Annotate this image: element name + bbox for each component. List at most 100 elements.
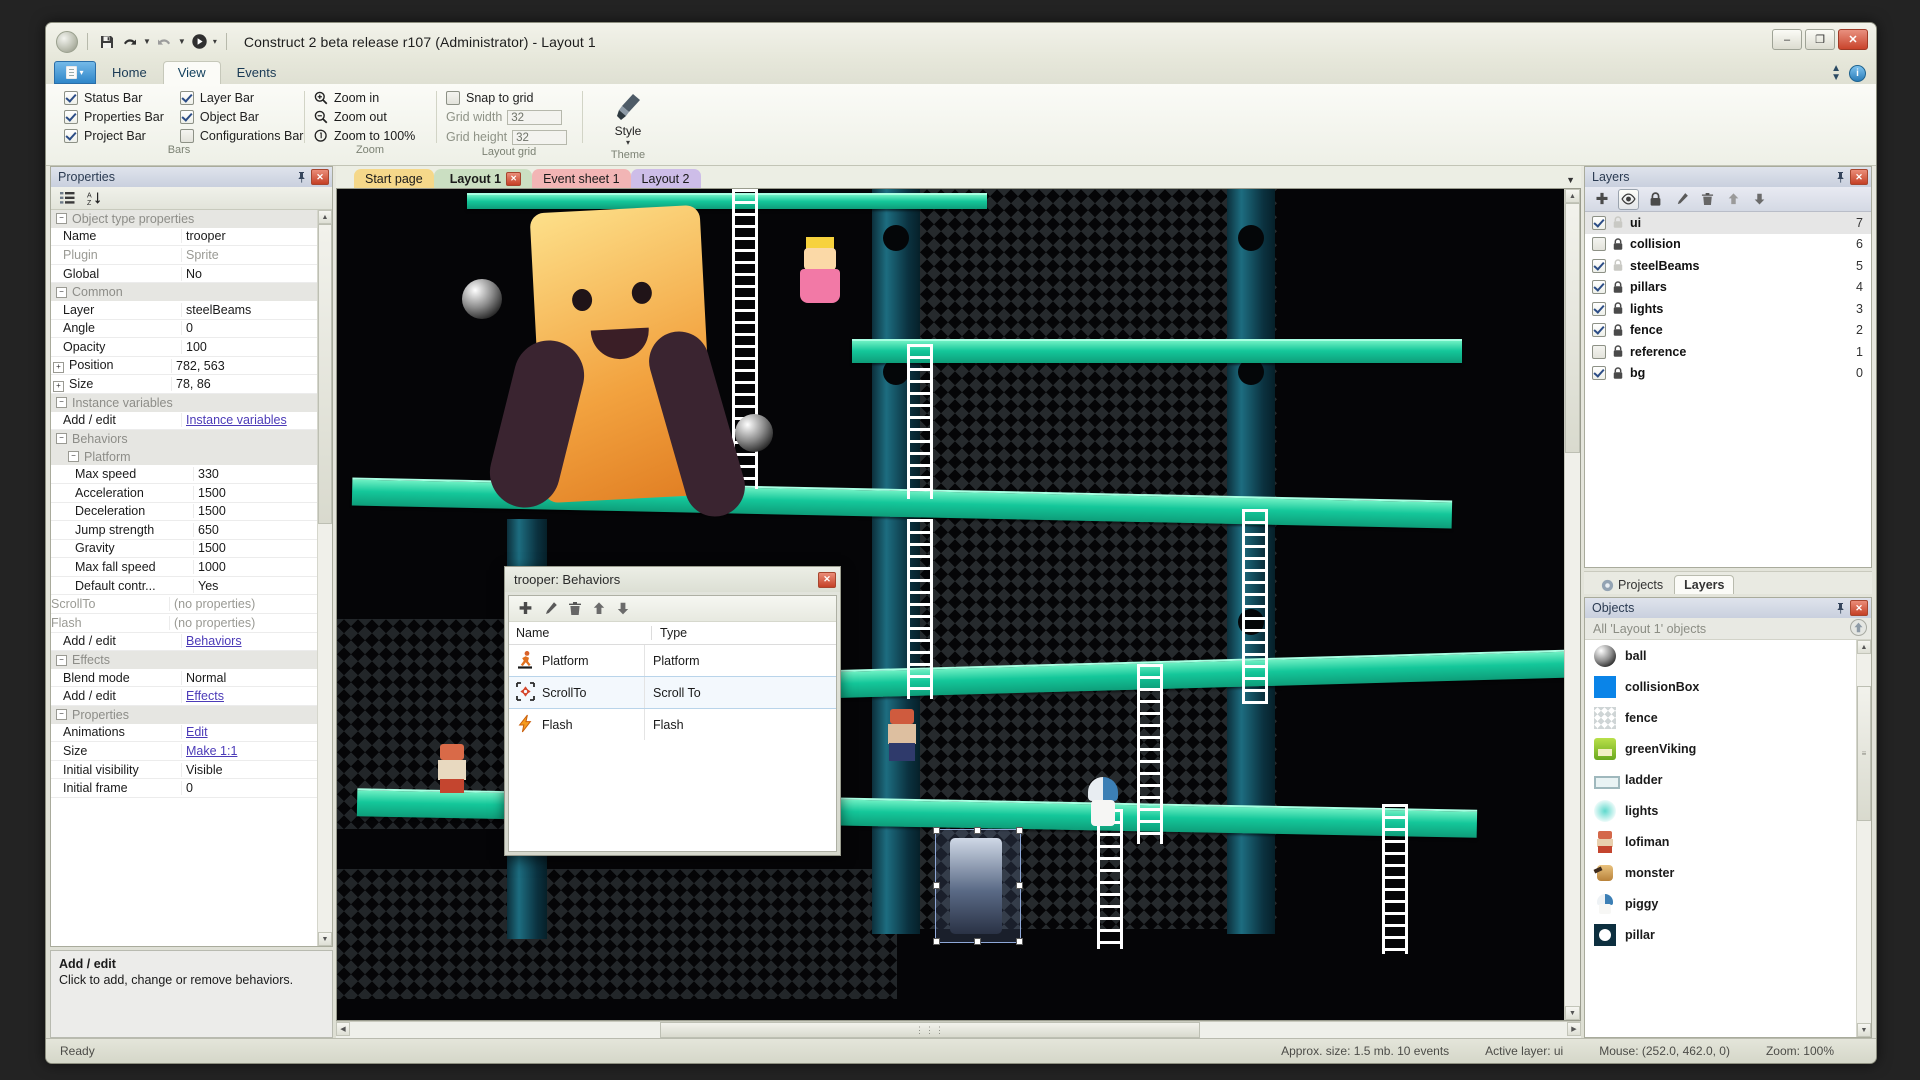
scrollbar-thumb[interactable]: ≡ [1857,686,1871,821]
layout-canvas[interactable]: trooper: Behaviors ✕ Name Type Platform … [337,189,1564,1020]
checkbox-layer-bar[interactable]: Layer Bar [179,89,304,106]
property-value[interactable]: 78, 86 [171,377,318,392]
pin-icon[interactable] [1833,170,1847,184]
property-value[interactable]: Sprite [181,247,318,262]
minimize-button[interactable]: – [1772,29,1802,50]
edit-pencil-icon[interactable] [543,601,558,616]
checkbox-status-bar[interactable]: Status Bar [64,89,164,106]
expander-icon[interactable]: − [68,451,79,463]
layers-list[interactable]: ui 7 collision 6 steelBeams 5 pillars 4 lights 3 f… [1585,212,1871,567]
layer-row-collision[interactable]: collision 6 [1585,234,1871,256]
expander-icon[interactable]: + [53,362,64,374]
property-row[interactable]: ScrollTo (no properties) [51,595,318,615]
object-row-fence[interactable]: fence [1585,702,1856,733]
lock-icon[interactable] [1612,238,1624,251]
ribbon-collapse-icon[interactable]: ▲ ▼ [1831,64,1841,83]
property-row[interactable]: Max fall speed 1000 [51,558,318,577]
lock-icon[interactable] [1612,367,1624,380]
property-value[interactable]: Behaviors [181,634,318,649]
property-row[interactable]: Add / edit Effects [51,687,318,707]
redo-dropdown-icon[interactable]: ▼ [178,37,186,46]
object-row-ball[interactable]: ball [1585,640,1856,671]
greenviking-sprite[interactable] [792,237,848,311]
property-row[interactable]: Name trooper [51,228,318,247]
trash-icon[interactable] [568,601,582,616]
property-row[interactable]: Jump strength 650 [51,521,318,540]
property-value[interactable]: Normal [181,670,318,685]
property-row[interactable]: Initial frame 0 [51,779,318,798]
layer-visibility-checkbox[interactable] [1592,280,1606,295]
property-value[interactable]: 1500 [193,504,318,519]
expander-icon[interactable]: − [56,709,67,721]
object-row-piggy[interactable]: piggy [1585,888,1856,919]
property-group[interactable]: − Object type properties [51,210,318,228]
add-layer-button[interactable] [1592,190,1611,209]
resize-handle[interactable] [933,938,940,945]
property-row[interactable]: Add / edit Instance variables [51,412,318,431]
property-value[interactable]: Make 1:1 [181,744,318,759]
ball-sprite[interactable] [462,279,502,319]
property-value[interactable]: (no properties) [169,597,318,612]
categorize-icon[interactable] [60,191,75,205]
property-value[interactable]: 1500 [193,485,318,500]
property-value[interactable]: 650 [193,522,318,537]
expander-icon[interactable]: − [56,286,67,298]
property-row[interactable]: Plugin Sprite [51,246,318,265]
layer-row-bg[interactable]: bg 0 [1585,363,1871,385]
property-row[interactable]: Initial visibility Visible [51,761,318,780]
undo-dropdown-icon[interactable]: ▼ [143,37,151,46]
property-value[interactable]: steelBeams [181,302,318,317]
property-row[interactable]: Global No [51,265,318,284]
lock-icon[interactable] [1612,281,1624,294]
scroll-down-arrow[interactable]: ▼ [318,932,332,946]
property-value[interactable]: No [181,266,318,281]
layer-visibility-checkbox[interactable] [1592,344,1606,359]
object-row-greenViking[interactable]: greenViking [1585,733,1856,764]
property-value[interactable]: Effects [181,689,318,704]
lofiman-sprite[interactable] [882,709,922,763]
sort-alpha-icon[interactable]: A Z [87,191,102,206]
ribbon-tab-events[interactable]: Events [223,62,291,84]
property-group[interactable]: − Instance variables [51,393,318,412]
property-value[interactable]: Instance variables [181,413,318,428]
behavior-row[interactable]: Flash Flash [509,709,836,740]
properties-scrollbar[interactable]: ▲ ▼ [317,210,332,946]
property-value[interactable]: 1500 [193,541,318,556]
document-tab-layout-2[interactable]: Layout 2 [630,169,701,188]
behavior-row[interactable]: ScrollTo Scroll To [509,676,836,709]
scroll-up-arrow[interactable]: ▲ [1857,640,1871,654]
lock-icon[interactable] [1612,324,1624,337]
layout-horizontal-scrollbar[interactable]: ◀ ⋮⋮⋮ ▶ [336,1021,1581,1038]
close-icon[interactable]: ✕ [1850,600,1868,616]
zoom-in-button[interactable]: Zoom in [314,89,426,106]
ribbon-tab-view[interactable]: View [162,61,221,84]
qat-dropdown-icon[interactable]: ▾ [213,37,217,46]
lock-icon[interactable] [1612,216,1624,229]
objects-list[interactable]: ball collisionBox fence greenViking ladder li… [1585,640,1871,1037]
property-value[interactable]: 330 [193,467,318,482]
layer-visibility-checkbox[interactable] [1592,366,1606,381]
scrollbar-thumb[interactable] [318,224,332,524]
object-row-lights[interactable]: lights [1585,795,1856,826]
close-icon[interactable]: ✕ [818,571,836,588]
close-icon[interactable]: ✕ [506,171,522,186]
property-value[interactable]: (no properties) [169,615,318,630]
expander-icon[interactable]: − [56,654,67,666]
pin-icon[interactable] [294,170,308,184]
resize-handle[interactable] [1016,882,1023,889]
layer-row-ui[interactable]: ui 7 [1585,212,1871,234]
property-value[interactable]: 782, 563 [171,358,318,373]
object-row-ladder[interactable]: ladder [1585,764,1856,795]
layout-vertical-scrollbar[interactable]: ▲ ▼ [1564,189,1580,1020]
checkbox-object-bar[interactable]: Object Bar [179,108,304,125]
scrollbar-thumb[interactable] [1565,203,1580,453]
arrow-up-icon[interactable] [592,601,606,616]
resize-handle[interactable] [1016,827,1023,834]
scroll-right-arrow[interactable]: ▶ [1567,1022,1581,1036]
scroll-down-arrow[interactable]: ▼ [1565,1006,1580,1020]
property-value[interactable]: Yes [193,578,318,593]
property-group[interactable]: − Behaviors [51,430,318,448]
lock-icon[interactable] [1612,259,1624,272]
layer-row-reference[interactable]: reference 1 [1585,341,1871,363]
property-row[interactable]: Gravity 1500 [51,540,318,559]
